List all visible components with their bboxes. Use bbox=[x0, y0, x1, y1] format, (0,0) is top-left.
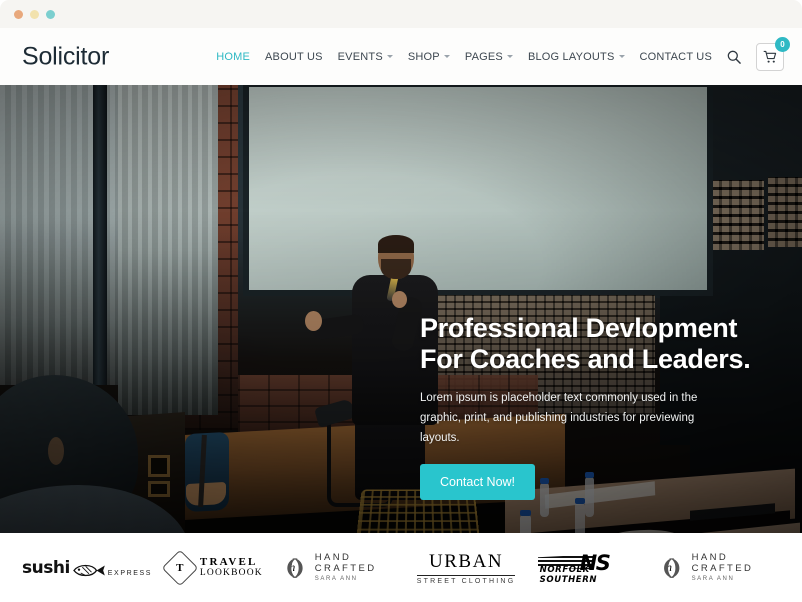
nav-item-about-us[interactable]: ABOUT US bbox=[265, 51, 323, 63]
nav-item-contact-us[interactable]: CONTACT US bbox=[640, 51, 713, 63]
chevron-down-icon bbox=[386, 55, 393, 58]
hero-content: Professional Devlopment For Coaches and … bbox=[420, 313, 760, 500]
handcrafted-line1: HAND CRAFTED bbox=[314, 551, 377, 574]
nav-item-pages[interactable]: PAGES bbox=[465, 51, 513, 63]
close-dot[interactable] bbox=[14, 10, 23, 19]
sushi-subtext: EXPRESS bbox=[107, 569, 153, 577]
handcrafted-line1: HAND CRAFTED bbox=[691, 551, 754, 574]
logo-travel-lookbook[interactable]: T TRAVEL LOOKBOOK bbox=[152, 548, 278, 588]
chevron-down-icon bbox=[506, 55, 513, 58]
client-logo-strip: sushi EXPRESS T TRAVEL LOOKBOOK ❨ h ❩ HA… bbox=[0, 533, 802, 602]
nav-label-about-us: ABOUT US bbox=[265, 50, 323, 63]
nav-item-events[interactable]: EVENTS bbox=[338, 51, 393, 63]
cart-button[interactable]: 0 bbox=[756, 36, 790, 71]
browser-window: Solicitor HOME ABOUT US EVENTS SHOP PAGE… bbox=[0, 0, 802, 602]
chevron-down-icon bbox=[443, 55, 450, 58]
nav-item-blog-layouts[interactable]: BLOG LAYOUTS bbox=[528, 51, 625, 63]
travel-line1: TRAVEL bbox=[199, 555, 258, 568]
ns-subtext: NORFOLK SOUTHERN bbox=[539, 564, 598, 585]
sushi-wordmark: sushi bbox=[22, 557, 70, 578]
fish-icon bbox=[72, 564, 105, 576]
nav-label-home: HOME bbox=[216, 50, 250, 63]
hero-subtitle: Lorem ipsum is placeholder text commonly… bbox=[420, 391, 698, 444]
handcrafted-line2: SARA ANN bbox=[691, 576, 735, 583]
site-header: Solicitor HOME ABOUT US EVENTS SHOP PAGE… bbox=[0, 28, 802, 85]
logo-urban-street-clothing[interactable]: URBAN STREET CLOTHING bbox=[403, 548, 529, 588]
hero-banner: Professional Devlopment For Coaches and … bbox=[0, 85, 802, 533]
logo-norfolk-southern[interactable]: NS NORFOLK SOUTHERN bbox=[529, 548, 655, 588]
nav-label-contact-us: CONTACT US bbox=[639, 50, 712, 63]
handcrafted-line2: SARA ANN bbox=[314, 576, 358, 583]
search-icon[interactable] bbox=[726, 49, 742, 65]
maximize-dot[interactable] bbox=[46, 10, 55, 19]
travel-monogram: T bbox=[176, 561, 184, 574]
logo-sushi-express[interactable]: sushi EXPRESS bbox=[22, 548, 152, 588]
urban-line2: STREET CLOTHING bbox=[416, 577, 516, 585]
contact-now-button[interactable]: Contact Now! bbox=[420, 464, 536, 500]
hero-title: Professional Devlopment For Coaches and … bbox=[420, 313, 751, 375]
window-controls bbox=[14, 10, 55, 19]
browser-chrome-bar bbox=[0, 0, 802, 28]
logo-hand-crafted-2[interactable]: ❨ h ❩ HAND CRAFTED SARA ANN bbox=[654, 548, 780, 588]
site-logo[interactable]: Solicitor bbox=[22, 42, 109, 71]
shopping-cart-icon bbox=[763, 50, 777, 63]
chevron-down-icon bbox=[618, 55, 625, 58]
nav-item-shop[interactable]: SHOP bbox=[408, 51, 450, 63]
nav-item-home[interactable]: HOME bbox=[216, 51, 250, 63]
cart-count-badge: 0 bbox=[775, 36, 790, 52]
urban-rule bbox=[416, 574, 516, 576]
travel-line2: LOOKBOOK bbox=[199, 568, 263, 579]
nav-label-shop: SHOP bbox=[407, 50, 440, 63]
nav-label-blog-layouts: BLOG LAYOUTS bbox=[527, 50, 615, 63]
main-navigation: HOME ABOUT US EVENTS SHOP PAGES BLOG LAY… bbox=[216, 51, 712, 63]
urban-line1: URBAN bbox=[429, 550, 504, 572]
minimize-dot[interactable] bbox=[30, 10, 39, 19]
nav-label-events: EVENTS bbox=[337, 50, 383, 63]
laurel-wreath-icon: ❨ h ❩ bbox=[659, 554, 684, 580]
laurel-wreath-icon: ❨ h ❩ bbox=[283, 554, 307, 580]
nav-label-pages: PAGES bbox=[464, 50, 503, 63]
travel-diamond-icon: T bbox=[161, 549, 199, 586]
logo-hand-crafted-1[interactable]: ❨ h ❩ HAND CRAFTED SARA ANN bbox=[278, 548, 404, 588]
